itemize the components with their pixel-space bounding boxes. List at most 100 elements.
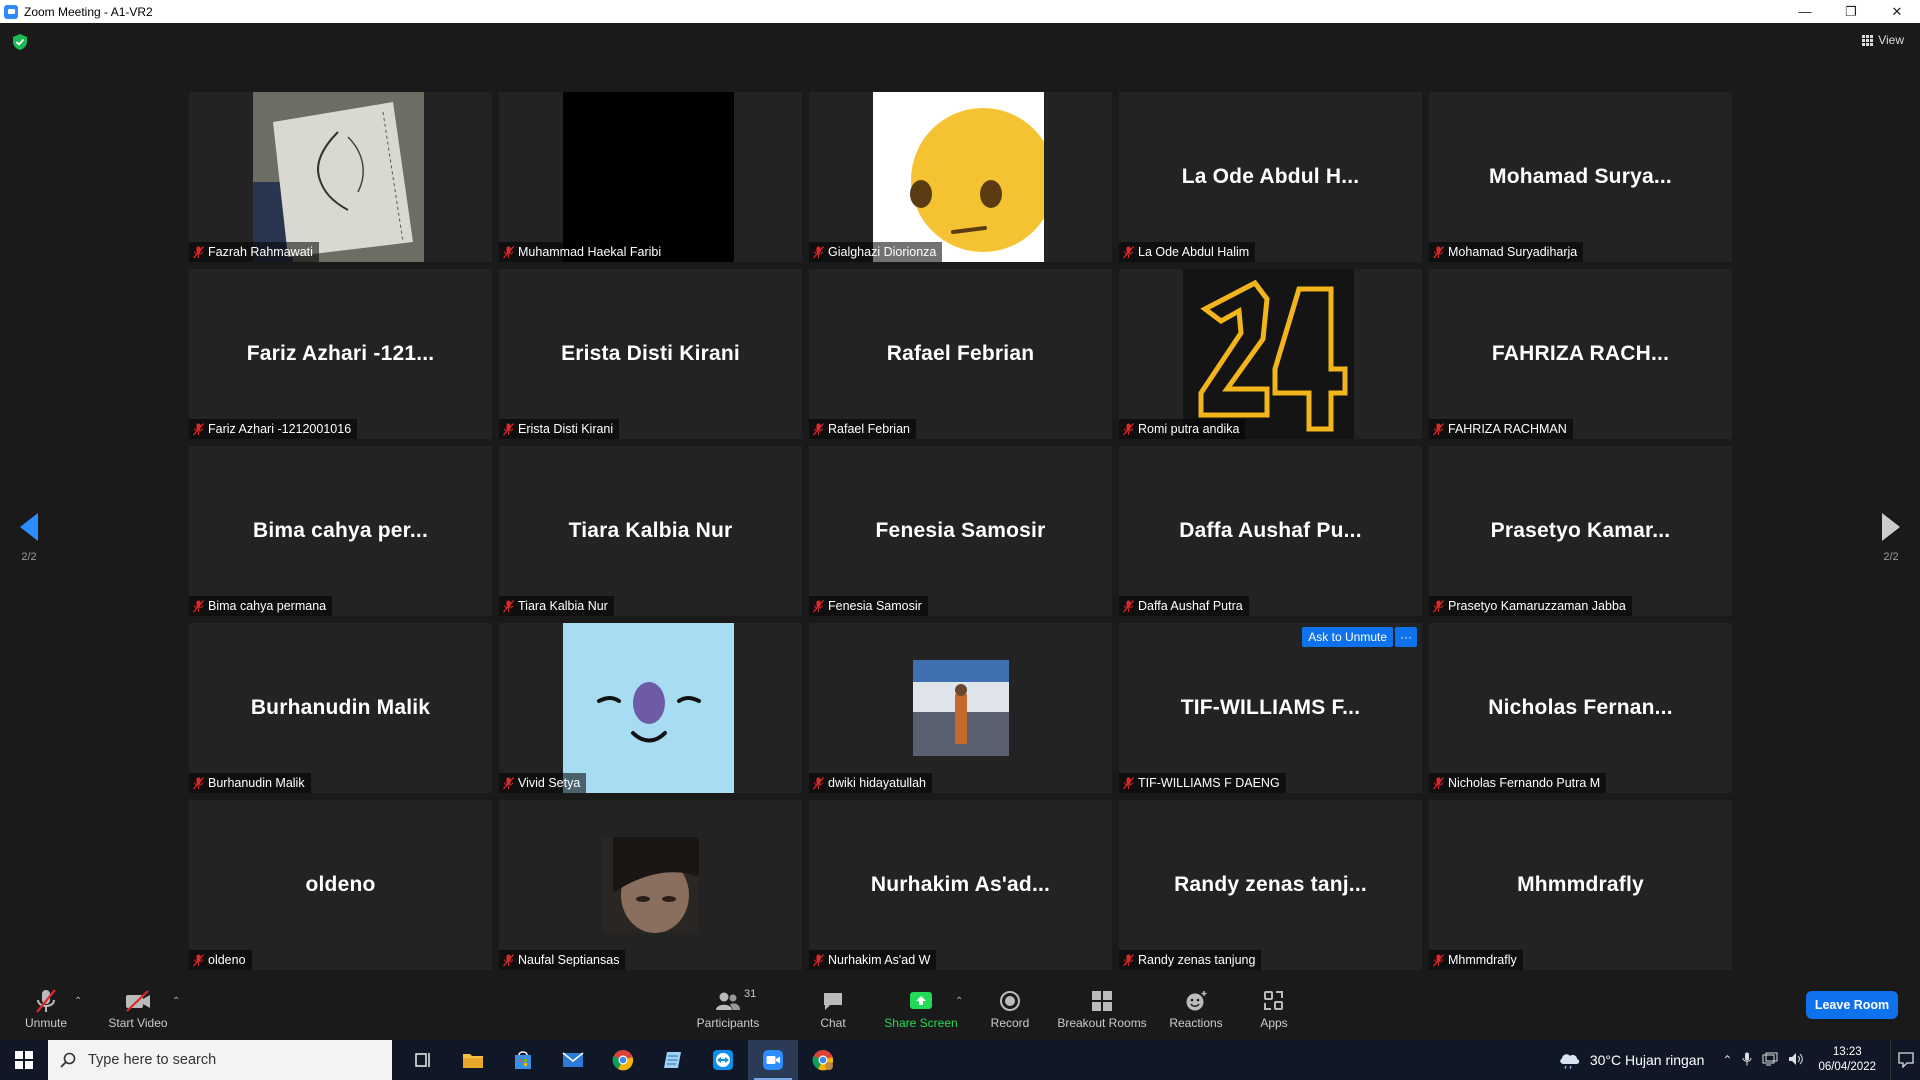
name-label: Bima cahya permana (189, 596, 333, 616)
participant-tile[interactable]: Mohamad Surya... Mohamad Suryadiharja (1429, 92, 1732, 262)
gallery-grid: Fazrah Rahmawati Muhammad Haekal Faribi (189, 92, 1732, 972)
participant-tile[interactable]: Bima cahya per... Bima cahya permana (189, 446, 492, 616)
volume-icon[interactable] (1788, 1052, 1804, 1069)
view-label: View (1878, 33, 1904, 47)
participant-display-name: Nurhakim As'ad... (870, 873, 1051, 896)
participant-tile[interactable]: Gialghazi Diorionza (809, 92, 1112, 262)
title-bar: Zoom Meeting - A1-VR2 — ❐ ✕ (0, 0, 1920, 23)
participant-tile[interactable]: Naufal Septiansas (499, 800, 802, 970)
share-options-caret-icon[interactable]: ⌃ (955, 996, 963, 1007)
participant-tile[interactable]: Nicholas Fernan... Nicholas Fernando Put… (1429, 623, 1732, 793)
participant-name: Vivid Setya (518, 776, 581, 790)
participant-name: Nicholas Fernando Putra M (1448, 776, 1601, 790)
leave-room-button[interactable]: Leave Room (1806, 991, 1898, 1019)
zoom-taskbar-button[interactable] (748, 1040, 798, 1080)
chat-button[interactable]: Chat (810, 978, 856, 1040)
participant-tile[interactable]: Fenesia Samosir Fenesia Samosir (809, 446, 1112, 616)
muted-mic-icon (503, 422, 514, 436)
page-indicator-left: 2/2 (21, 551, 37, 563)
participant-profile-photo (603, 837, 699, 933)
audio-options-caret-icon[interactable]: ⌃ (74, 996, 82, 1007)
chrome-profile-button[interactable] (798, 1040, 848, 1080)
participant-tile[interactable]: Muhammad Haekal Faribi (499, 92, 802, 262)
previous-page-button[interactable]: 2/2 (16, 513, 42, 563)
notepad-button[interactable] (648, 1040, 698, 1080)
participant-tile[interactable]: La Ode Abdul H... La Ode Abdul Halim (1119, 92, 1422, 262)
muted-mic-icon (193, 953, 204, 967)
participant-display-name: Randy zenas tanj... (1174, 873, 1367, 896)
apps-button[interactable]: Apps (1252, 978, 1296, 1040)
more-options-button[interactable]: ··· (1395, 627, 1417, 647)
participant-name: Fazrah Rahmawati (208, 245, 313, 259)
unmute-button[interactable]: Unmute (18, 978, 74, 1040)
participant-tile[interactable]: Fazrah Rahmawati (189, 92, 492, 262)
microsoft-store-button[interactable] (498, 1040, 548, 1080)
restore-button[interactable]: ❐ (1828, 0, 1874, 23)
participant-tile[interactable]: Tiara Kalbia Nur Tiara Kalbia Nur (499, 446, 802, 616)
participant-tile[interactable]: Rafael Febrian Rafael Febrian (809, 269, 1112, 439)
share-screen-button[interactable]: Share Screen (882, 978, 960, 1040)
participant-tile[interactable]: Randy zenas tanj... Randy zenas tanjung (1119, 800, 1422, 970)
weather-widget[interactable]: 30°C Hujan ringan (1558, 1051, 1704, 1069)
reactions-button[interactable]: Reactions (1166, 978, 1226, 1040)
participants-button[interactable]: 31 Participants (690, 978, 766, 1040)
record-button[interactable]: Record (986, 978, 1034, 1040)
teamviewer-button[interactable] (698, 1040, 748, 1080)
window-controls: — ❐ ✕ (1782, 0, 1920, 23)
muted-mic-icon (813, 599, 824, 613)
participant-display-name: Mohamad Surya... (1489, 165, 1672, 188)
chrome-icon (612, 1050, 634, 1071)
clock-time: 13:23 (1832, 1046, 1862, 1058)
name-label: Muhammad Haekal Faribi (499, 242, 668, 262)
minimize-button[interactable]: — (1782, 0, 1828, 23)
file-explorer-button[interactable] (448, 1040, 498, 1080)
system-tray: 30°C Hujan ringan ⌃ 13:23 06/04/2022 (1558, 1040, 1920, 1080)
notification-center-button[interactable] (1890, 1040, 1920, 1080)
participant-display-name: Bima cahya per... (253, 519, 428, 542)
network-icon[interactable] (1762, 1052, 1778, 1069)
task-view-button[interactable] (398, 1040, 448, 1080)
notification-icon (1897, 1052, 1914, 1068)
participant-tile[interactable]: Vivid Setya (499, 623, 802, 793)
encryption-shield-icon[interactable] (13, 34, 27, 50)
participant-tile[interactable]: Burhanudin Malik Burhanudin Malik (189, 623, 492, 793)
participant-tile[interactable]: Romi putra andika (1119, 269, 1422, 439)
participant-tile[interactable]: Nurhakim As'ad... Nurhakim As'ad W (809, 800, 1112, 970)
mail-button[interactable] (548, 1040, 598, 1080)
participant-tile[interactable]: Prasetyo Kamar... Prasetyo Kamaruzzaman … (1429, 446, 1732, 616)
participant-tile[interactable]: Erista Disti Kirani Erista Disti Kirani (499, 269, 802, 439)
participant-tile[interactable]: Mhmmdrafly Mhmmdrafly (1429, 800, 1732, 970)
page-indicator-right: 2/2 (1883, 551, 1899, 563)
taskbar-clock[interactable]: 13:23 06/04/2022 (1818, 1045, 1876, 1075)
name-label: Nurhakim As'ad W (809, 950, 937, 970)
microphone-tray-icon[interactable] (1742, 1052, 1752, 1069)
participant-tile[interactable]: Daffa Aushaf Pu... Daffa Aushaf Putra (1119, 446, 1422, 616)
muted-mic-icon (503, 953, 514, 967)
breakout-rooms-button[interactable]: Breakout Rooms (1056, 978, 1148, 1040)
record-label: Record (990, 1016, 1030, 1030)
participant-video-black (563, 92, 734, 262)
muted-mic-icon (813, 422, 824, 436)
participant-display-name: Tiara Kalbia Nur (568, 519, 733, 542)
participant-tile[interactable]: oldeno oldeno (189, 800, 492, 970)
participant-tile[interactable]: dwiki hidayatullah (809, 623, 1112, 793)
video-options-caret-icon[interactable]: ⌃ (172, 996, 180, 1007)
start-button[interactable] (0, 1040, 48, 1080)
name-label: Burhanudin Malik (189, 773, 311, 793)
muted-mic-icon (813, 245, 824, 259)
start-video-button[interactable]: Start Video (104, 978, 172, 1040)
taskbar-search-box[interactable]: Type here to search (48, 1040, 392, 1080)
chrome-button[interactable] (598, 1040, 648, 1080)
view-button[interactable]: View (1862, 33, 1904, 47)
participant-tile[interactable]: Fariz Azhari -121... Fariz Azhari -12120… (189, 269, 492, 439)
participant-display-name: Nicholas Fernan... (1488, 696, 1673, 719)
show-hidden-icons-chevron-icon[interactable]: ⌃ (1722, 1053, 1732, 1067)
participant-tile[interactable]: FAHRIZA RACH... FAHRIZA RACHMAN (1429, 269, 1732, 439)
participant-name: Muhammad Haekal Faribi (518, 245, 662, 259)
close-button[interactable]: ✕ (1874, 0, 1920, 23)
participant-name: Naufal Septiansas (518, 953, 620, 967)
participant-tile[interactable]: TIF-WILLIAMS F... Ask to Unmute ··· TIF-… (1119, 623, 1422, 793)
arrow-left-icon (20, 513, 38, 541)
next-page-button[interactable]: 2/2 (1878, 513, 1904, 563)
ask-to-unmute-button[interactable]: Ask to Unmute (1302, 627, 1393, 647)
